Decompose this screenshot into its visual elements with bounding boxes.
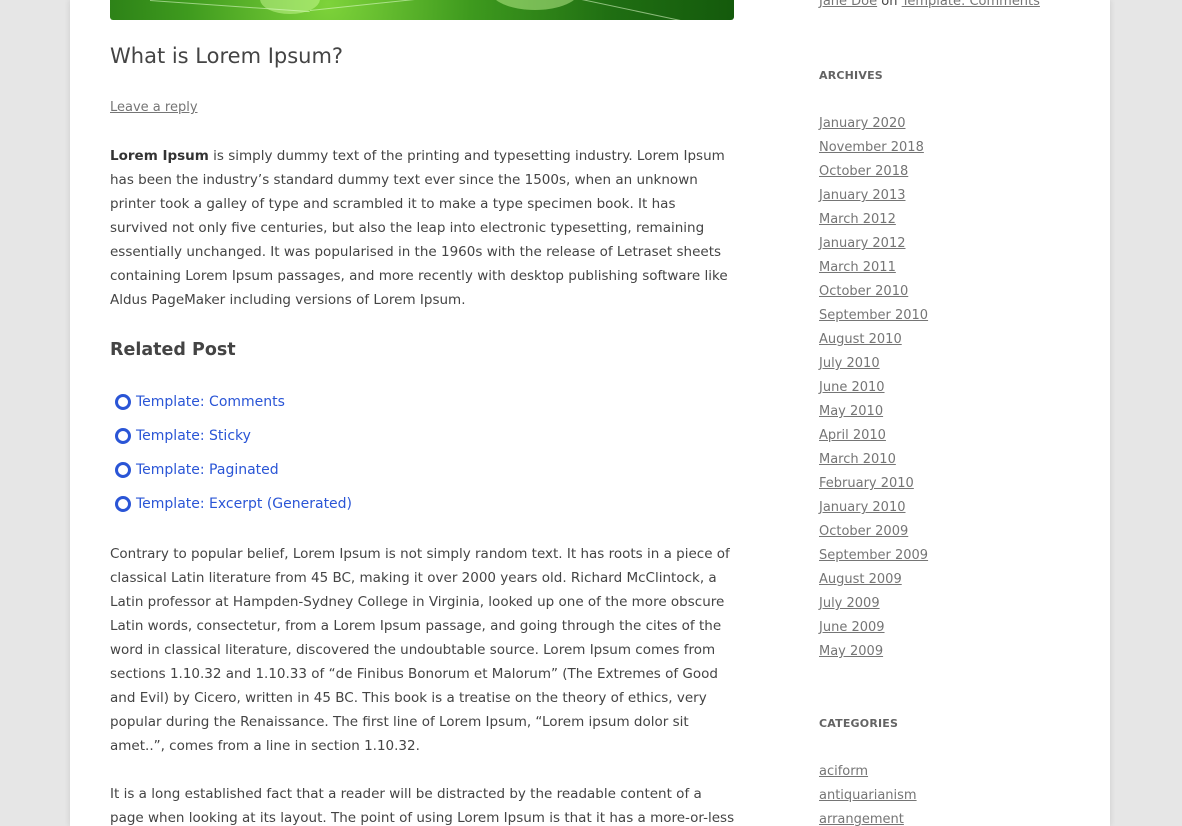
related-post-item: Template: Paginated [115, 453, 352, 487]
leave-reply-link[interactable]: Leave a reply [110, 100, 198, 115]
archive-link[interactable]: February 2010 [819, 476, 914, 491]
archive-item: November 2018 [819, 136, 928, 160]
archive-link[interactable]: October 2010 [819, 284, 908, 299]
post-title: What is Lorem Ipsum? [110, 44, 344, 68]
archive-link[interactable]: June 2010 [819, 380, 885, 395]
archives-list: January 2020 November 2018 October 2018 … [819, 112, 928, 664]
archive-link[interactable]: June 2009 [819, 620, 885, 635]
related-post-link[interactable]: Template: Paginated [136, 462, 279, 478]
archive-item: May 2010 [819, 400, 928, 424]
archive-link[interactable]: May 2010 [819, 404, 883, 419]
archive-item: August 2010 [819, 328, 928, 352]
archive-link[interactable]: March 2010 [819, 452, 896, 467]
archive-item: September 2010 [819, 304, 928, 328]
archive-link[interactable]: July 2010 [819, 356, 880, 371]
related-post-link[interactable]: Template: Comments [136, 394, 285, 410]
comment-connector: on [881, 0, 898, 9]
intro-text: is simply dummy text of the printing and… [110, 148, 728, 308]
archive-link[interactable]: January 2013 [819, 188, 906, 203]
archive-link[interactable]: April 2010 [819, 428, 886, 443]
archive-link[interactable]: October 2009 [819, 524, 908, 539]
radio-bullet-icon [115, 428, 131, 444]
related-post-link[interactable]: Template: Sticky [136, 428, 251, 444]
archive-item: October 2010 [819, 280, 928, 304]
comment-author-link[interactable]: Jane Doe [819, 0, 877, 9]
comment-post-link[interactable]: Template: Comments [902, 0, 1040, 9]
categories-list: aciform antiquarianism arrangement [819, 760, 917, 826]
archive-link[interactable]: January 2010 [819, 500, 906, 515]
radio-bullet-icon [115, 462, 131, 478]
radio-bullet-icon [115, 394, 131, 410]
archive-item: July 2010 [819, 352, 928, 376]
archive-item: June 2010 [819, 376, 928, 400]
intro-bold-text: Lorem Ipsum [110, 148, 209, 164]
related-post-link[interactable]: Template: Excerpt (Generated) [136, 496, 352, 512]
recent-comment: Jane Doe on Template: Comments [819, 0, 1040, 9]
category-item: arrangement [819, 808, 917, 826]
archive-item: March 2011 [819, 256, 928, 280]
archive-item: February 2010 [819, 472, 928, 496]
archive-item: January 2010 [819, 496, 928, 520]
post-paragraph-3: It is a long established fact that a rea… [110, 786, 735, 826]
related-post-item: Template: Excerpt (Generated) [115, 487, 352, 521]
archive-link[interactable]: January 2012 [819, 236, 906, 251]
archives-heading: ARCHIVES [819, 69, 883, 82]
category-link[interactable]: aciform [819, 764, 868, 779]
archive-item: June 2009 [819, 616, 928, 640]
archive-item: August 2009 [819, 568, 928, 592]
archive-link[interactable]: May 2009 [819, 644, 883, 659]
archive-item: January 2012 [819, 232, 928, 256]
archive-link[interactable]: January 2020 [819, 116, 906, 131]
category-item: antiquarianism [819, 784, 917, 808]
archive-item: May 2009 [819, 640, 928, 664]
page-container: What is Lorem Ipsum? Leave a reply Lorem… [70, 0, 1110, 826]
related-post-list: Template: Comments Template: Sticky Temp… [115, 385, 352, 521]
archive-link[interactable]: October 2018 [819, 164, 908, 179]
category-item: aciform [819, 760, 917, 784]
archive-link[interactable]: March 2011 [819, 260, 896, 275]
category-link[interactable]: antiquarianism [819, 788, 917, 803]
archive-item: April 2010 [819, 424, 928, 448]
archive-link[interactable]: November 2018 [819, 140, 924, 155]
related-post-heading: Related Post [110, 340, 236, 360]
archive-link[interactable]: July 2009 [819, 596, 880, 611]
archive-link[interactable]: March 2012 [819, 212, 896, 227]
radio-bullet-icon [115, 496, 131, 512]
featured-image [110, 0, 734, 20]
related-post-item: Template: Sticky [115, 419, 352, 453]
archive-item: January 2013 [819, 184, 928, 208]
archive-item: July 2009 [819, 592, 928, 616]
archive-item: October 2018 [819, 160, 928, 184]
archive-link[interactable]: August 2010 [819, 332, 902, 347]
archive-link[interactable]: August 2009 [819, 572, 902, 587]
archive-item: October 2009 [819, 520, 928, 544]
archive-item: September 2009 [819, 544, 928, 568]
post-intro-paragraph: Lorem Ipsum is simply dummy text of the … [110, 144, 735, 312]
related-post-item: Template: Comments [115, 385, 352, 419]
archive-item: January 2020 [819, 112, 928, 136]
post-paragraph-2: Contrary to popular belief, Lorem Ipsum … [110, 546, 730, 754]
archive-item: March 2010 [819, 448, 928, 472]
archive-link[interactable]: September 2010 [819, 308, 928, 323]
categories-heading: CATEGORIES [819, 717, 899, 730]
archive-link[interactable]: September 2009 [819, 548, 928, 563]
category-link[interactable]: arrangement [819, 812, 904, 826]
archive-item: March 2012 [819, 208, 928, 232]
